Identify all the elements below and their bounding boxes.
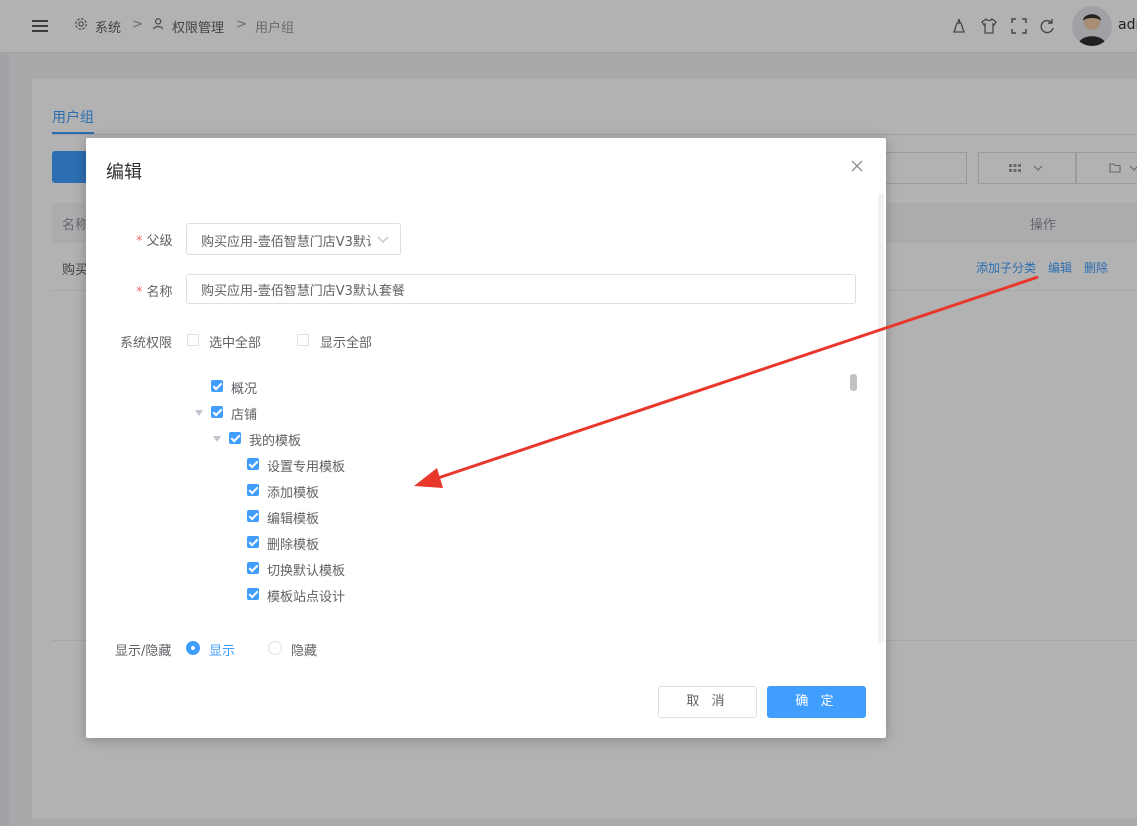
name-label-text: 名称 (146, 285, 173, 300)
required-mark: * (136, 285, 143, 300)
dialog-scrollbar[interactable] (878, 193, 884, 643)
parent-select[interactable]: 购买应用-壹佰智慧门店V3默认 (186, 223, 401, 255)
tree-node-label[interactable]: 概况 (231, 378, 257, 397)
select-all-label[interactable]: 选中全部 (209, 332, 261, 351)
show-radio[interactable] (186, 641, 200, 655)
tree-checkbox[interactable] (247, 458, 259, 470)
tree-checkbox[interactable] (247, 536, 259, 548)
tree-node-label[interactable]: 设置专用模板 (267, 456, 345, 475)
name-label: * 名称 (136, 281, 173, 300)
tree-checkbox[interactable] (247, 510, 259, 522)
tree-expand-icon[interactable] (213, 436, 221, 442)
hide-radio[interactable] (268, 641, 282, 655)
tree-node-label[interactable]: 编辑模板 (267, 508, 319, 527)
select-all-checkbox[interactable] (187, 334, 199, 346)
edit-dialog: 编辑 *父级 购买应用-壹佰智慧门店V3默认 *名称 系统权限 选中全部 显示全… (86, 138, 886, 738)
chevron-down-icon (377, 236, 389, 243)
name-input[interactable] (186, 274, 856, 304)
close-icon[interactable] (849, 158, 865, 174)
tree-checkbox[interactable] (247, 562, 259, 574)
parent-label: * 父级 (136, 230, 173, 249)
confirm-button[interactable]: 确 定 (767, 686, 866, 718)
tree-node-label[interactable]: 添加模板 (267, 482, 319, 501)
tree-checkbox[interactable] (247, 484, 259, 496)
hide-radio-label[interactable]: 隐藏 (291, 640, 317, 659)
tree-node-label[interactable]: 删除模板 (267, 534, 319, 553)
show-radio-label[interactable]: 显示 (209, 640, 235, 659)
required-mark: * (136, 234, 143, 249)
parent-label-text: 父级 (146, 234, 173, 249)
cancel-button[interactable]: 取 消 (658, 686, 757, 718)
tree-expand-icon[interactable] (195, 410, 203, 416)
dialog-title: 编辑 (106, 162, 142, 183)
show-all-label[interactable]: 显示全部 (320, 332, 372, 351)
tree-node-label[interactable]: 我的模板 (249, 430, 301, 449)
tree-node-label[interactable]: 模板站点设计 (267, 586, 345, 605)
tree-scrollbar[interactable] (850, 374, 857, 391)
visibility-label: 显示/隐藏 (115, 644, 172, 659)
permissions-label: 系统权限 (120, 336, 173, 351)
tree-checkbox[interactable] (247, 588, 259, 600)
tree-checkbox[interactable] (211, 380, 223, 392)
show-all-checkbox[interactable] (297, 334, 309, 346)
parent-select-value: 购买应用-壹佰智慧门店V3默认 (201, 235, 371, 250)
tree-checkbox[interactable] (211, 406, 223, 418)
tree-node-label[interactable]: 店铺 (231, 404, 257, 423)
tree-checkbox[interactable] (229, 432, 241, 444)
tree-node-label[interactable]: 切换默认模板 (267, 560, 345, 579)
